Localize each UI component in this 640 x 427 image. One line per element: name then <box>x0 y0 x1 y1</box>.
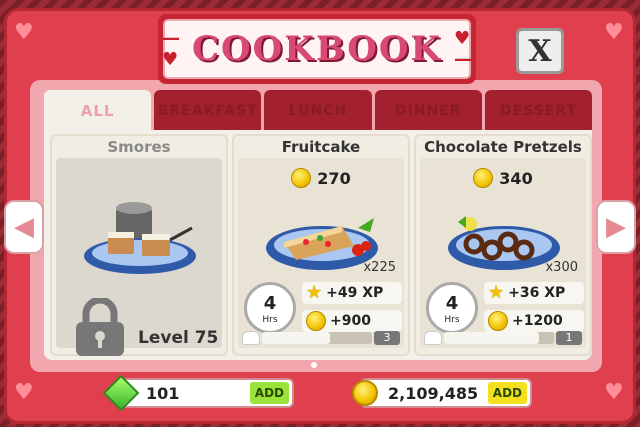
recipe-cost: 340 <box>420 168 586 188</box>
chef-hat-icon <box>242 331 260 345</box>
close-icon: X <box>528 33 552 69</box>
coin-reward: +900 <box>302 310 402 332</box>
clock-icon: 4 Hrs <box>426 282 478 334</box>
add-gems-button[interactable]: ADD <box>249 382 289 404</box>
mastery-level: 3 <box>374 331 400 345</box>
level-requirement: Level 75 <box>138 328 219 348</box>
coins-counter: 2,109,485 ADD <box>352 378 532 408</box>
cook-hours-unit: Hrs <box>444 315 460 325</box>
gems-value: 101 <box>146 383 180 403</box>
star-icon: ★ <box>306 282 323 303</box>
page-title: COOKBOOK <box>192 29 442 69</box>
tab-lunch[interactable]: LUNCH <box>264 90 372 132</box>
coins-value: 2,109,485 <box>388 383 479 403</box>
page-dot[interactable] <box>284 362 291 368</box>
recipe-cost: 270 <box>238 168 404 188</box>
heart-icon: ♥ <box>604 380 624 405</box>
mastery-level: 1 <box>556 331 582 345</box>
recipe-card-chocolate-pretzels[interactable]: Chocolate Pretzels 340 x300 4 Hrs ★ +36 … <box>414 134 592 356</box>
mastery-bar: 3 <box>242 330 400 346</box>
clock-icon: 4 Hrs <box>244 282 296 334</box>
servings-count: x300 <box>545 260 578 275</box>
heart-icon: ♥ — <box>454 28 472 70</box>
mastery-fill <box>444 332 539 344</box>
chef-hat-icon <box>424 331 442 345</box>
coin-icon <box>473 168 494 188</box>
smores-dish-image <box>84 202 196 274</box>
heart-icon: ♥ <box>604 20 624 45</box>
cook-hours: 4 <box>263 293 277 314</box>
title-plate: — ♥ COOKBOOK ♥ — <box>158 14 476 84</box>
coin-icon <box>291 168 312 188</box>
category-tabs: ALL BREAKFAST LUNCH DINNER DESSERT <box>44 90 593 132</box>
close-button[interactable]: X <box>516 28 564 74</box>
recipe-card-fruitcake[interactable]: Fruitcake 270 x225 4 Hrs ★ +49 XP +900 3 <box>232 134 410 356</box>
servings-count: x225 <box>363 260 396 275</box>
coin-icon <box>488 311 508 331</box>
coin-icon <box>306 311 326 331</box>
tab-all[interactable]: ALL <box>44 90 152 132</box>
heart-icon: ♥ <box>14 20 34 45</box>
recipe-card-smores[interactable]: Smores Level 75 <box>50 134 228 356</box>
tab-dessert[interactable]: DESSERT <box>484 90 593 132</box>
arrow-right-icon[interactable]: ▶ <box>596 200 636 254</box>
add-coins-button[interactable]: ADD <box>487 382 527 404</box>
page-dot[interactable] <box>336 362 343 368</box>
tab-breakfast[interactable]: BREAKFAST <box>154 90 262 132</box>
tab-dinner[interactable]: DINNER <box>374 90 482 132</box>
star-icon: ★ <box>488 282 505 303</box>
recipe-name: Fruitcake <box>281 138 361 156</box>
page-dot[interactable] <box>271 362 278 368</box>
page-dot[interactable] <box>323 362 330 368</box>
coin-icon <box>352 380 378 406</box>
xp-reward: ★ +49 XP <box>302 282 402 304</box>
coin-reward: +1200 <box>484 310 584 332</box>
page-dot[interactable] <box>297 362 304 368</box>
cook-hours-unit: Hrs <box>262 315 278 325</box>
heart-icon: — ♥ <box>162 28 180 70</box>
lock-icon <box>76 298 124 356</box>
arrow-left-icon[interactable]: ◀ <box>4 200 44 254</box>
recipe-name: Chocolate Pretzels <box>424 138 582 156</box>
cook-hours: 4 <box>445 293 459 314</box>
page-dot[interactable] <box>310 362 317 368</box>
page-dot[interactable] <box>362 362 369 368</box>
mastery-bar: 1 <box>424 330 582 346</box>
page-indicator <box>0 362 640 368</box>
recipe-name: Smores <box>107 138 171 156</box>
gems-counter: 101 ADD <box>102 374 294 412</box>
xp-reward: ★ +36 XP <box>484 282 584 304</box>
heart-icon: ♥ <box>14 380 34 405</box>
mastery-fill <box>262 332 331 344</box>
page-dot[interactable] <box>349 362 356 368</box>
